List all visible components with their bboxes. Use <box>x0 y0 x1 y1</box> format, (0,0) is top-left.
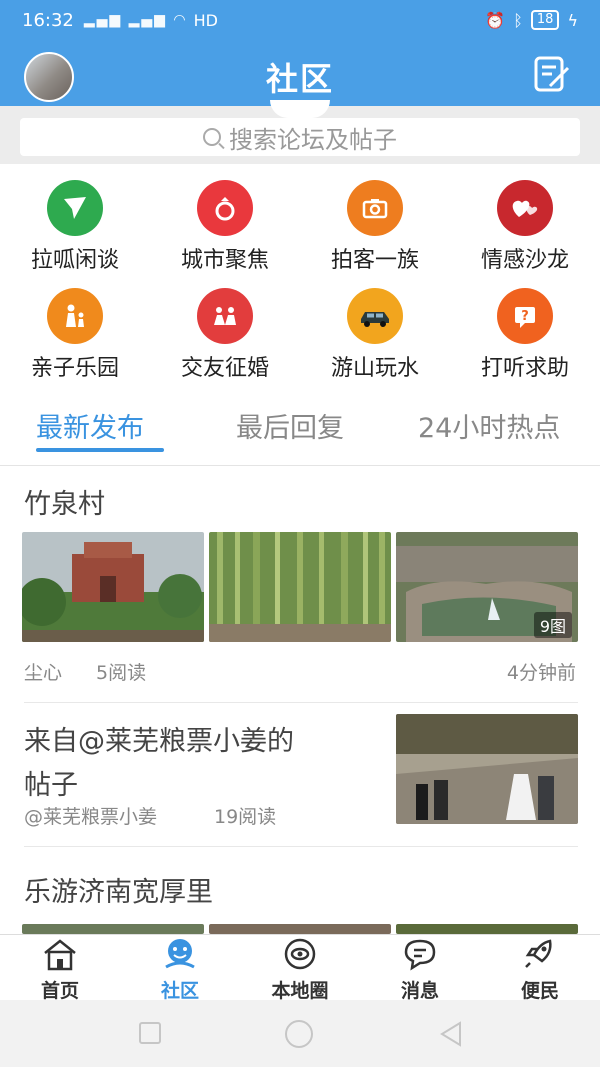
nav-community[interactable]: 社区 <box>120 935 240 1002</box>
status-time: 16:32 <box>22 9 74 31</box>
post-title-line: 来自@莱芜粮票小姜的 <box>24 726 294 757</box>
category-travel[interactable]: 游山玩水 <box>300 272 450 381</box>
category-grid: 拉呱闲谈 城市聚焦 拍客一族 情感沙龙 亲子乐园 交友征婚 游山玩水 ? 打听求… <box>0 164 600 400</box>
post-author: @莱芜粮票小姜 <box>24 806 158 828</box>
post-author: 尘心 <box>24 662 63 684</box>
local-circle-icon <box>284 938 316 970</box>
nav-label: 本地圈 <box>271 980 329 1002</box>
post-title-line: 帖子 <box>24 770 78 801</box>
category-label: 拍客一族 <box>330 248 419 273</box>
ring-icon <box>197 180 253 236</box>
category-label: 交友征婚 <box>180 356 269 381</box>
tab-latest[interactable]: 最新发布 <box>36 406 144 445</box>
post-image[interactable] <box>396 924 578 934</box>
post-image[interactable] <box>22 924 204 934</box>
post-image[interactable] <box>209 924 391 934</box>
post-thumbnail[interactable] <box>396 714 578 824</box>
category-photo[interactable]: 拍客一族 <box>300 164 450 273</box>
post-title[interactable]: 乐游济南宽厚里 <box>24 870 213 909</box>
nav-messages[interactable]: 消息 <box>360 935 480 1002</box>
category-label: 打听求助 <box>480 356 569 381</box>
bluetooth-icon: ᛒ <box>513 10 523 30</box>
nav-label: 社区 <box>160 980 199 1002</box>
couple-icon <box>197 288 253 344</box>
nav-bar: 社区 <box>0 44 600 104</box>
alarm-icon: ⏰ <box>485 10 506 30</box>
category-label: 情感沙龙 <box>480 248 569 273</box>
tab-24h-hot[interactable]: 24小时热点 <box>418 406 560 445</box>
category-label: 游山玩水 <box>330 356 419 381</box>
post-title[interactable]: 竹泉村 <box>24 482 105 521</box>
rocket-icon <box>525 939 552 968</box>
post-title[interactable]: 来自@莱芜粮票小姜的 帖子 <box>24 720 374 808</box>
charging-icon: ϟ <box>567 10 578 30</box>
nav-home[interactable]: 首页 <box>0 935 120 1002</box>
nav-label: 消息 <box>400 980 439 1002</box>
question-icon: ? <box>497 288 553 344</box>
post-image[interactable] <box>209 532 391 642</box>
divider <box>24 846 578 847</box>
post-reads: 5阅读 <box>96 662 147 684</box>
image-count-badge: 9图 <box>533 612 572 638</box>
category-chat[interactable]: 拉呱闲谈 <box>0 164 150 273</box>
battery-icon: 18 <box>530 10 560 30</box>
category-emotion[interactable]: 情感沙龙 <box>450 164 600 273</box>
search-placeholder: 搜索论坛及帖子 <box>229 125 397 154</box>
car-icon <box>347 288 403 344</box>
category-dating[interactable]: 交友征婚 <box>150 272 300 381</box>
home-icon <box>44 939 76 971</box>
category-city[interactable]: 城市聚焦 <box>150 164 300 273</box>
post-reads: 19阅读 <box>214 806 277 828</box>
paper-plane-icon <box>47 180 103 236</box>
network-type: HD <box>193 10 218 30</box>
recent-apps-button[interactable] <box>139 1022 161 1044</box>
community-icon <box>165 939 195 969</box>
feed-tabs: 最新发布 最后回复 24小时热点 <box>0 400 600 466</box>
divider <box>24 702 578 703</box>
post-feed: 竹泉村 9图 尘心 5阅读 4分钟前 来自@莱芜粮票小姜的 帖子 @莱芜粮票小姜… <box>0 466 600 934</box>
tab-last-reply[interactable]: 最后回复 <box>236 406 344 445</box>
status-bar: 16:32 ▂▄▆ ▂▄▆ ◠ HD ⏰ ᛒ 18 ϟ <box>0 0 600 40</box>
system-nav-bar <box>0 1000 600 1067</box>
svg-text:?: ? <box>521 309 529 324</box>
search-icon <box>203 128 221 146</box>
nav-services[interactable]: 便民 <box>480 935 600 1002</box>
camera-icon <box>347 180 403 236</box>
category-help[interactable]: ? 打听求助 <box>450 272 600 381</box>
post-time: 4分钟前 <box>506 662 576 684</box>
post-image[interactable]: 9图 <box>396 532 578 642</box>
tab-underline <box>36 448 164 452</box>
hearts-icon <box>497 180 553 236</box>
category-label: 城市聚焦 <box>180 248 269 273</box>
bottom-nav: 首页 社区 本地圈 消息 便民 <box>0 934 600 1002</box>
pull-indicator <box>270 100 330 118</box>
post-image[interactable] <box>22 532 204 642</box>
page-title: 社区 <box>265 60 334 98</box>
message-icon <box>404 939 436 971</box>
search-input[interactable]: 搜索论坛及帖子 <box>20 118 580 156</box>
compose-icon[interactable] <box>532 54 572 94</box>
home-button[interactable] <box>285 1020 313 1048</box>
nav-label: 首页 <box>40 980 79 1002</box>
signal-icon: ▂▄▆ ▂▄▆ ◠ <box>83 12 188 28</box>
back-button[interactable] <box>438 1020 464 1048</box>
category-family[interactable]: 亲子乐园 <box>0 272 150 381</box>
category-label: 拉呱闲谈 <box>30 248 119 273</box>
nav-local-circle[interactable]: 本地圈 <box>240 935 360 1002</box>
app-header: 16:32 ▂▄▆ ▂▄▆ ◠ HD ⏰ ᛒ 18 ϟ 社区 <box>0 0 600 106</box>
status-right: ⏰ ᛒ 18 ϟ <box>485 10 578 30</box>
category-label: 亲子乐园 <box>30 356 119 381</box>
nav-label: 便民 <box>520 980 559 1002</box>
family-icon <box>47 288 103 344</box>
